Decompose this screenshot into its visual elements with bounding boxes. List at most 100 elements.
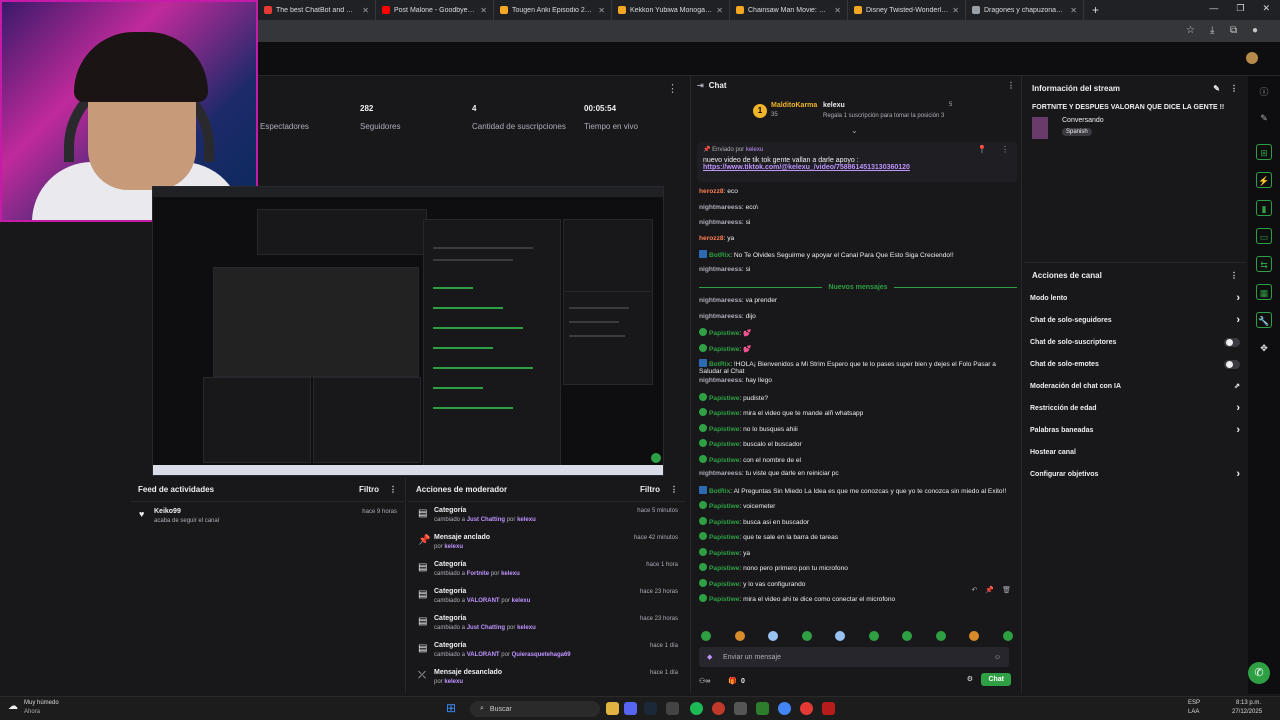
channel-points-icon[interactable]: ⚇∞ <box>699 677 710 685</box>
filter-button[interactable]: Filtro <box>640 485 660 494</box>
chat-send-button[interactable]: Chat <box>981 673 1011 686</box>
more-icon[interactable]: ⋮ <box>1230 271 1238 280</box>
chat-username[interactable]: Papistiwe <box>709 565 739 572</box>
extensions-icon[interactable]: ✥ <box>1256 340 1272 356</box>
star-icon[interactable]: ☆ <box>1186 25 1195 36</box>
chat-message[interactable]: nightmareess: hay llego <box>699 375 1017 391</box>
steam-icon[interactable] <box>644 702 657 715</box>
channel-action-item[interactable]: Chat de solo-suscriptores <box>1024 331 1246 353</box>
delete-icon[interactable]: 🗑 <box>1002 586 1011 594</box>
toggle-switch[interactable] <box>1224 359 1240 369</box>
taskbar-search[interactable]: ⌕ Buscar <box>470 701 600 717</box>
chat-input[interactable]: ◆ Enviar un mensaje ☺ <box>699 647 1009 667</box>
chat-message[interactable]: nightmareess: eco\ <box>699 202 1017 218</box>
app-icon[interactable] <box>822 702 835 715</box>
browser-tab[interactable]: Post Malone - Goodbyes ft. Yo ✕ <box>376 0 494 20</box>
whatsapp-icon[interactable]: ✆ <box>1248 662 1270 684</box>
chat-message[interactable]: Papistiwe: mira el video ahi te dice com… <box>699 592 1017 608</box>
emote-icon[interactable] <box>768 631 779 641</box>
chat-message[interactable]: Papistiwe: ya <box>699 546 1017 562</box>
mod-action-user[interactable]: kelexu <box>444 679 463 685</box>
bits-icon[interactable]: ◆ <box>707 653 712 661</box>
leader-name[interactable]: MalditoKarma <box>771 102 817 109</box>
more-icon[interactable]: ⋮ <box>1001 145 1009 154</box>
collapse-icon[interactable]: ⇥ <box>697 81 704 90</box>
emote-icon[interactable] <box>969 631 980 641</box>
language-tag[interactable]: Spanish <box>1062 128 1092 136</box>
chat-message[interactable]: Papistiwe: que te sale en la barra de ta… <box>699 530 1017 546</box>
chat-message[interactable]: nightmareess: si <box>699 264 1017 280</box>
chat-username[interactable]: Papistiwe <box>709 410 739 417</box>
channel-action-item[interactable]: Chat de solo-seguidores › <box>1024 309 1246 331</box>
more-icon[interactable]: ⋮ <box>667 82 678 95</box>
pinned-user[interactable]: kelexu <box>746 147 763 153</box>
terminal-icon[interactable] <box>756 702 769 715</box>
chat-username[interactable]: nightmareess <box>699 470 742 477</box>
gift-icon[interactable]: 🎁 <box>728 677 737 685</box>
more-icon[interactable]: ⋮ <box>1230 84 1238 93</box>
raid-icon[interactable]: ⇆ <box>1256 256 1272 272</box>
chat-username[interactable]: Papistiwe <box>709 330 739 337</box>
browser-tab[interactable]: The best ChatBot and Widgets✕ <box>258 0 376 20</box>
emote-icon[interactable] <box>701 631 711 641</box>
chat-message[interactable]: Papistiwe: nono pero primero pon tu micr… <box>699 561 1017 577</box>
grid-icon[interactable]: ▦ <box>1256 284 1272 300</box>
mod-action-user[interactable]: kelexu <box>501 571 520 577</box>
app-icon[interactable] <box>734 702 747 715</box>
mod-action-user[interactable]: kelexu <box>517 517 536 523</box>
obs-icon[interactable] <box>712 702 725 715</box>
emote-picker-icon[interactable]: ☺ <box>994 654 1001 661</box>
emote-icon[interactable] <box>734 631 745 641</box>
chat-message[interactable]: BotRix: Al Preguntas Sin Miedo La Idea e… <box>699 484 1017 500</box>
more-icon[interactable]: ⋮ <box>389 485 397 494</box>
edit-icon[interactable]: ✎ <box>1256 110 1272 126</box>
chat-username[interactable]: Papistiwe <box>709 395 739 402</box>
browser-tab[interactable]: Disney Twisted-Wonderland Th✕ <box>848 0 966 20</box>
clip-icon[interactable]: ▮ <box>1256 200 1272 216</box>
close-icon[interactable]: ✕ <box>952 6 959 15</box>
wrench-icon[interactable]: 🔧 <box>1256 312 1272 328</box>
unpin-icon[interactable]: 📍 <box>977 145 987 154</box>
mod-action-user[interactable]: Quierasquetehaga69 <box>512 652 571 658</box>
mod-action-user[interactable]: kelexu <box>512 598 531 604</box>
language-indicator[interactable]: ESP <box>1188 700 1200 706</box>
chat-username[interactable]: Papistiwe <box>709 519 739 526</box>
chat-message[interactable]: Papistiwe: 💕 <box>699 326 1017 342</box>
bolt-icon[interactable]: ⚡ <box>1256 172 1272 188</box>
emote-icon[interactable] <box>1002 631 1013 641</box>
chrome-icon[interactable] <box>778 702 791 715</box>
chat-username[interactable]: nightmareess <box>699 313 742 320</box>
chat-username[interactable]: herozz8 <box>699 188 724 195</box>
chat-username[interactable]: nightmareess <box>699 219 742 226</box>
avatar[interactable] <box>1246 52 1258 64</box>
channel-action-item[interactable]: Configurar objetivos › <box>1024 463 1246 485</box>
chat-username[interactable]: nightmareess <box>699 297 742 304</box>
chat-username[interactable]: herozz8 <box>699 235 724 242</box>
channel-action-item[interactable]: Hostear canal <box>1024 441 1246 463</box>
mod-action-user[interactable]: kelexu <box>444 544 463 550</box>
maximize-icon[interactable]: ❐ <box>1236 3 1244 14</box>
chat-message[interactable]: Papistiwe: mira el video que te mande al… <box>699 406 1017 422</box>
channel-action-item[interactable]: Moderación del chat con IA ⇗ <box>1024 375 1246 397</box>
chat-username[interactable]: nightmareess <box>699 204 742 211</box>
channel-action-item[interactable]: Chat de solo-emotes <box>1024 353 1246 375</box>
browser-tab[interactable]: Dragones y chapuzonas | Wiki ✕ <box>966 0 1084 20</box>
category-name[interactable]: Conversando <box>1062 117 1246 124</box>
chat-username[interactable]: BotRix <box>709 361 730 368</box>
pinned-link[interactable]: https://www.tiktok.com/@kelexu_/video/75… <box>703 164 1011 171</box>
chat-message[interactable]: nightmareess: dijo <box>699 311 1017 327</box>
filter-button[interactable]: Filtro <box>359 485 379 494</box>
reply-icon[interactable]: ↶ <box>972 586 978 594</box>
chat-message[interactable]: BotRix: No Te Olvides Seguirme y apoyar … <box>699 248 1017 264</box>
close-icon[interactable]: ✕ <box>598 6 605 15</box>
browser-tab[interactable]: Chainsaw Man Movie: Reze-he✕ <box>730 0 848 20</box>
feed-user[interactable]: Keiko99 <box>154 508 397 515</box>
chat-username[interactable]: Papistiwe <box>709 550 739 557</box>
chat-username[interactable]: nightmareess <box>699 266 742 273</box>
chat-username[interactable]: BotRix <box>709 488 730 495</box>
close-icon[interactable]: ✕ <box>716 6 723 15</box>
chat-message[interactable]: BotRix: !HOLA¡ Bienvenidos a Mi Strim Es… <box>699 357 1017 375</box>
new-tab-icon[interactable]: + <box>1084 3 1107 17</box>
chat-message[interactable]: Papistiwe: buscalo el buscador <box>699 437 1017 453</box>
channel-action-item[interactable]: Modo lento › <box>1024 287 1246 309</box>
